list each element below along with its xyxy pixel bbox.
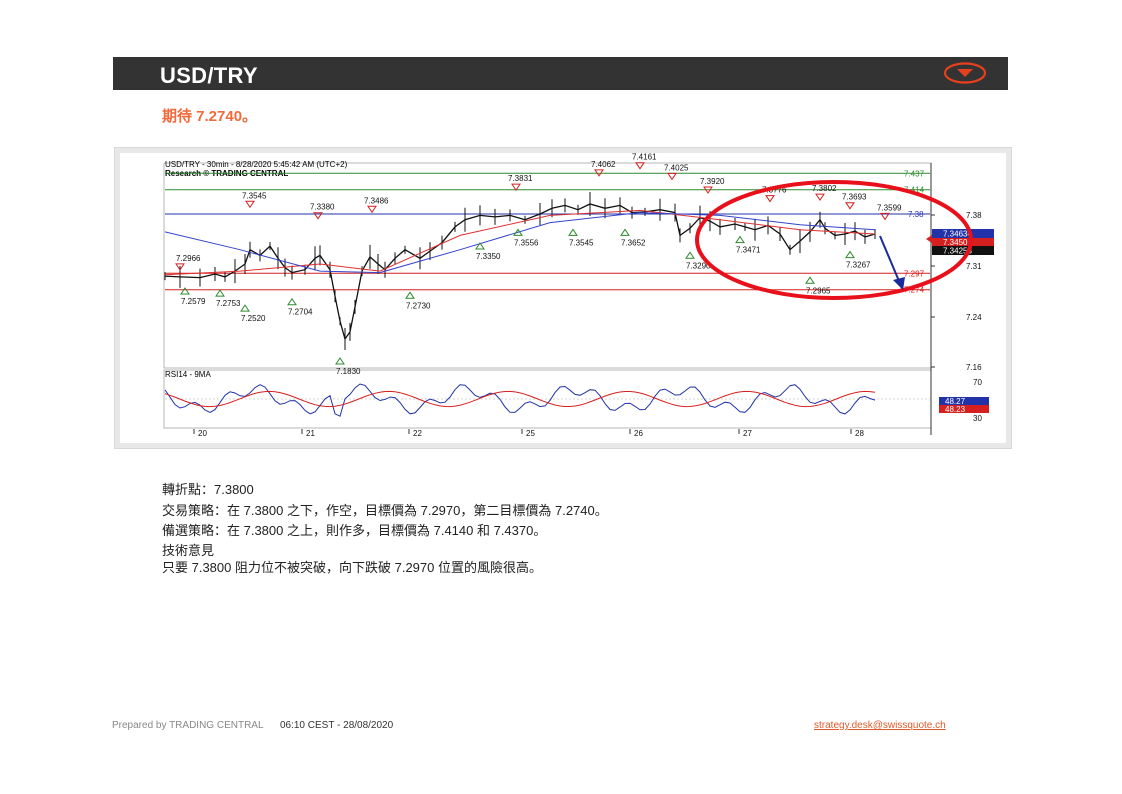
low-marker-icon — [335, 357, 345, 365]
date-axis-label: 20 — [198, 429, 207, 438]
low-label: 7.3350 — [476, 252, 501, 261]
date-axis-label: 28 — [855, 429, 864, 438]
low-label: 7.2965 — [806, 286, 831, 295]
rsi-panel-border — [163, 369, 932, 429]
strategy-line: 交易策略：在 7.3800 之下，作空，目標價為 7.2970，第二目標價為 7… — [162, 502, 608, 518]
rsi-box-red-text: 48.23 — [945, 405, 966, 414]
chart-image: USD/TRY - 30min - 8/28/2020 5:45:42 AM (… — [120, 153, 1006, 443]
high-label: 7.4062 — [591, 160, 616, 169]
comment-title: 技術意見 — [162, 542, 215, 558]
level-label-7297: 7.297 — [904, 269, 925, 278]
price-pointer-icon — [926, 235, 932, 243]
high-label: 7.4025 — [664, 163, 689, 172]
chevron-down-circle-icon[interactable] — [943, 62, 987, 84]
page-title: USD/TRY — [160, 63, 258, 88]
high-label: 7.3693 — [842, 193, 867, 202]
price-axis-label: 7.31 — [966, 262, 982, 271]
chart-title: USD/TRY - 30min - 8/28/2020 5:45:42 AM (… — [165, 160, 348, 169]
date-axis-label: 27 — [743, 429, 752, 438]
prepared-by: Prepared by TRADING CENTRAL — [112, 720, 264, 731]
high-marker-icon — [667, 172, 677, 181]
low-marker-icon — [475, 242, 485, 250]
price-axis-label: 7.24 — [966, 313, 982, 322]
high-label: 7.3920 — [700, 177, 725, 186]
rsi-axis-label: 70 — [973, 378, 982, 387]
expectation-headline: 期待 7.2740。 — [162, 108, 258, 125]
rsi-axis-label: 30 — [973, 414, 982, 423]
high-label: 7.3486 — [364, 196, 389, 205]
low-label: 7.1830 — [336, 367, 361, 376]
low-marker-icon — [180, 287, 190, 295]
high-label: 7.3802 — [812, 184, 837, 193]
alternative-line: 備選策略：在 7.3800 之上，則作多，目標價為 7.4140 和 7.437… — [162, 523, 547, 538]
analysis-text: 轉折點：7.3800 交易策略：在 7.3800 之下，作空，目標價為 7.29… — [162, 480, 608, 576]
low-label: 7.2966 — [176, 254, 201, 263]
low-marker-icon — [568, 228, 578, 236]
low-marker-icon — [215, 289, 225, 297]
low-label: 7.2730 — [406, 301, 431, 310]
price-axis-label: 7.16 — [966, 363, 982, 372]
low-label: 7.3471 — [736, 246, 761, 255]
price-chart: USD/TRY - 30min - 8/28/2020 5:45:42 AM (… — [163, 153, 994, 438]
high-marker-icon — [635, 162, 645, 170]
high-label: 7.4161 — [632, 153, 657, 162]
low-label: 7.3556 — [514, 238, 539, 247]
low-marker-icon — [735, 235, 745, 244]
low-label: 7.2579 — [181, 297, 206, 306]
high-label: 7.3380 — [310, 203, 335, 212]
low-marker-icon — [405, 291, 415, 299]
low-label: 7.2520 — [241, 314, 266, 323]
price-axis-label: 7.38 — [966, 211, 982, 220]
low-label: 7.3545 — [569, 238, 594, 247]
low-label: 7.2704 — [288, 308, 313, 317]
rsi-label: RSI14 - 9MA — [165, 370, 211, 379]
low-marker-icon — [287, 297, 297, 306]
forecast-arrow-shaft — [879, 235, 900, 282]
date-axis-label: 26 — [634, 429, 643, 438]
forecast-arrow-icon — [893, 277, 905, 290]
date-axis-label: 25 — [526, 429, 535, 438]
high-marker-icon — [245, 200, 255, 209]
date-axis-label: 21 — [306, 429, 315, 438]
low-label: 7.3267 — [846, 261, 871, 270]
comment-line: 只要 7.3800 阻力位不被突破，向下跌破 7.2970 位置的風險很高。 — [162, 559, 542, 575]
low-marker-icon — [620, 228, 630, 236]
low-label: 7.3652 — [621, 238, 646, 247]
high-marker-icon — [815, 193, 825, 202]
low-marker-icon — [805, 276, 815, 284]
email-link[interactable]: strategy.desk@swissquote.ch — [814, 720, 946, 731]
footer-timestamp: 06:10 CEST - 28/08/2020 — [279, 720, 394, 731]
low-marker-icon — [845, 250, 855, 259]
low-label: 7.2753 — [216, 299, 241, 308]
chart-frame: USD/TRY - 30min - 8/28/2020 5:45:42 AM (… — [114, 147, 1012, 449]
low-marker-icon — [240, 304, 250, 312]
high-marker-icon — [845, 202, 855, 210]
date-axis-label: 22 — [413, 429, 422, 438]
high-label: 7.3545 — [242, 191, 267, 200]
level-label-738: 7.38 — [908, 210, 924, 219]
rsi-line — [164, 383, 876, 417]
footer-credit: Prepared by TRADING CENTRAL 06:10 CEST -… — [112, 720, 393, 731]
header-bar: USD/TRY — [113, 57, 1008, 90]
high-label: 7.3599 — [877, 203, 902, 212]
high-marker-icon — [765, 195, 775, 203]
high-marker-icon — [367, 205, 377, 214]
high-label: 7.3831 — [508, 174, 533, 183]
level-label-7437: 7.437 — [904, 169, 925, 178]
pivot-line: 轉折點：7.3800 — [162, 482, 254, 497]
low-marker-icon — [685, 251, 695, 259]
